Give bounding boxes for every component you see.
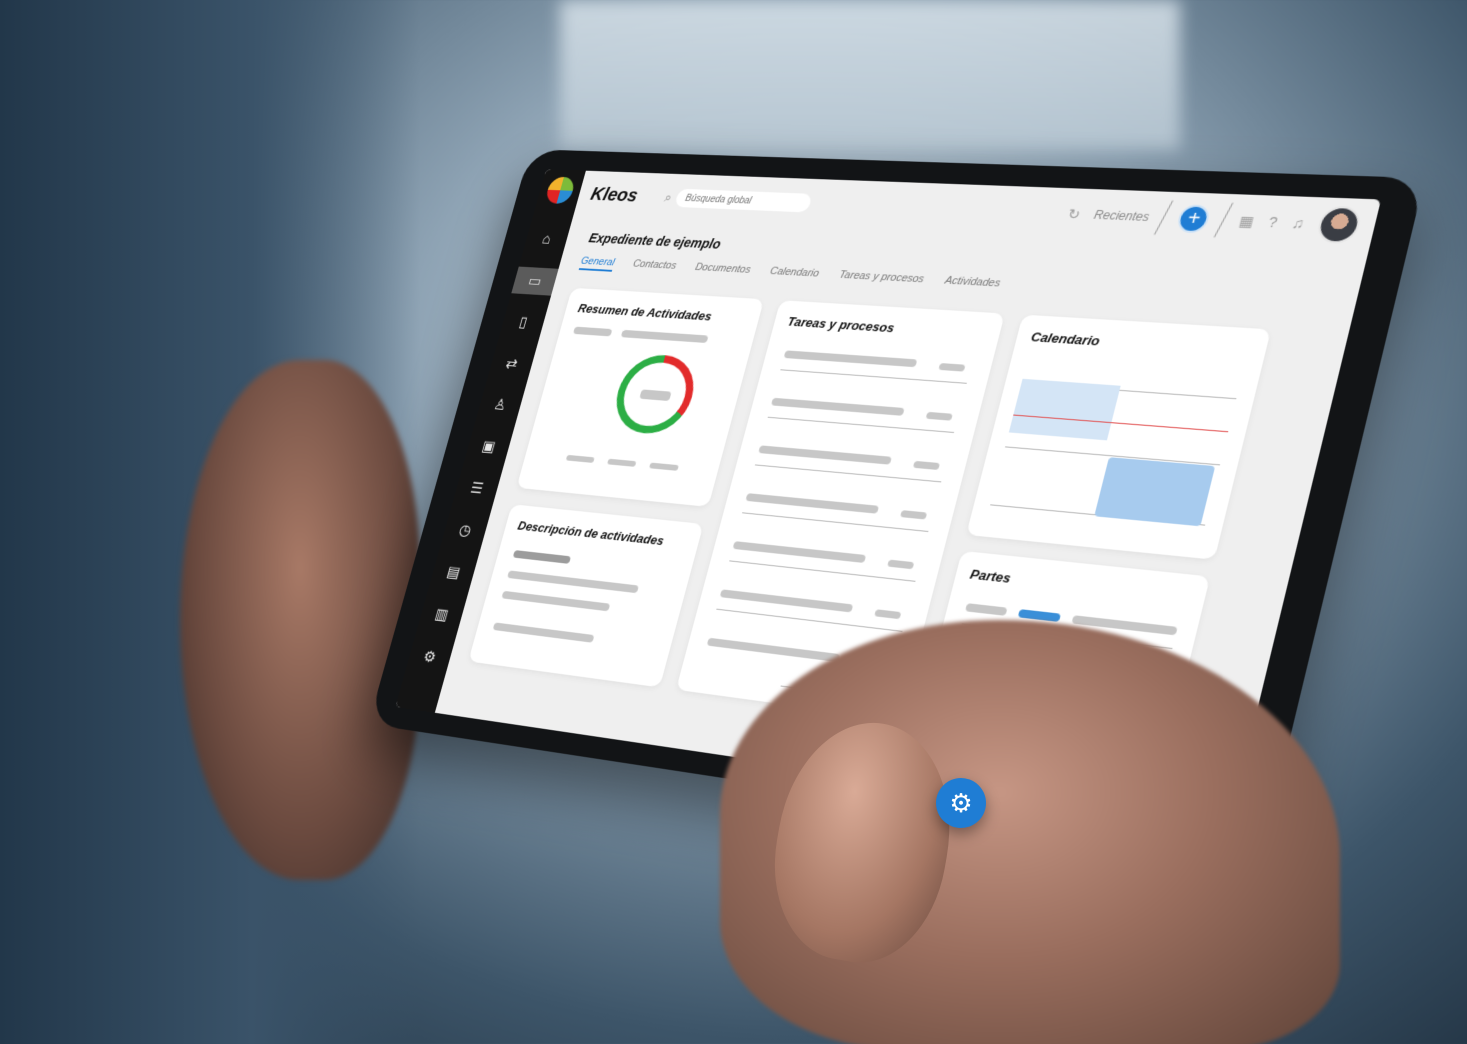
calendar-gift-icon[interactable]: ▣ <box>465 431 512 462</box>
tab-general[interactable]: General <box>578 255 616 272</box>
card-title: Descripción de actividades <box>516 518 666 549</box>
task-row <box>745 493 880 514</box>
gear-icon: ⚙ <box>949 787 973 818</box>
activity-description-card: Descripción de actividades <box>468 504 704 688</box>
transfer-icon[interactable]: ⇄ <box>488 349 535 379</box>
task-badge <box>925 411 953 421</box>
help-icon[interactable]: ? <box>1267 214 1279 231</box>
chart-icon[interactable]: ▥ <box>418 598 465 631</box>
page-title: Expediente de ejemplo <box>587 230 723 252</box>
search-icon[interactable]: ⌕ <box>663 190 674 206</box>
task-badge <box>887 559 915 570</box>
bell-icon[interactable]: ♫ <box>1290 215 1305 232</box>
calendar-card: Calendario <box>966 314 1272 560</box>
row-divider <box>780 369 967 384</box>
card-title: Partes <box>968 566 1013 586</box>
task-badge <box>938 363 966 372</box>
task-badge <box>874 609 902 620</box>
placeholder-bar <box>501 590 611 612</box>
checklist-icon[interactable]: ☰ <box>453 473 500 504</box>
task-row <box>732 541 867 563</box>
card-title: Calendario <box>1029 329 1102 349</box>
card-title: Tareas y procesos <box>785 314 897 336</box>
calendar-event[interactable] <box>1008 378 1121 441</box>
folder-icon[interactable]: ▭ <box>511 266 559 296</box>
task-row <box>783 350 918 368</box>
stopwatch-icon[interactable]: ◷ <box>442 515 489 547</box>
settings-icon[interactable]: ⚙ <box>406 641 453 674</box>
placeholder-bar <box>572 326 613 337</box>
placeholder-bar <box>492 622 595 643</box>
calendar-icon[interactable]: ▦ <box>1237 212 1256 230</box>
tab-tareas[interactable]: Tareas y procesos <box>837 269 926 289</box>
recent-button[interactable]: Recientes <box>1093 208 1151 224</box>
card-title: Resumen de Actividades <box>576 301 714 324</box>
search: ⌕ <box>662 188 813 213</box>
divider <box>1154 200 1174 235</box>
party-label <box>964 603 1008 616</box>
task-row <box>758 445 892 465</box>
tab-calendario[interactable]: Calendario <box>768 266 821 284</box>
task-row <box>719 589 854 613</box>
placeholder-bar <box>649 462 679 471</box>
placeholder-bar <box>620 329 709 344</box>
placeholder-bar <box>507 570 639 594</box>
task-badge <box>900 510 928 520</box>
placeholder-bar <box>512 550 572 564</box>
placeholder-bar <box>565 454 595 463</box>
task-badge <box>912 460 941 470</box>
activity-summary-card: Resumen de Actividades <box>516 287 765 507</box>
placeholder-bar <box>607 458 637 467</box>
task-row <box>770 397 905 416</box>
add-button[interactable]: + <box>1175 204 1213 234</box>
tab-contactos[interactable]: Contactos <box>631 258 678 275</box>
history-icon: ↻ <box>1066 205 1083 222</box>
tab-actividades[interactable]: Actividades <box>942 275 1001 294</box>
contact-icon[interactable]: ♙ <box>477 390 524 420</box>
left-hand <box>180 360 420 880</box>
tab-bar: General Contactos Documentos Calendario … <box>578 255 1002 294</box>
avatar[interactable] <box>1314 205 1364 245</box>
search-input[interactable] <box>674 188 813 213</box>
divider <box>1214 202 1234 238</box>
task-row <box>706 637 841 663</box>
home-icon[interactable]: ⌂ <box>523 226 570 255</box>
app-logo-icon[interactable] <box>544 176 577 205</box>
background-window <box>560 0 1180 150</box>
ledger-icon[interactable]: ▤ <box>430 556 477 588</box>
app-title: Kleos <box>588 184 641 206</box>
calendar-event[interactable] <box>1094 457 1216 527</box>
settings-fab[interactable]: ⚙ <box>936 778 986 828</box>
tab-documentos[interactable]: Documentos <box>693 262 752 280</box>
row-divider <box>767 416 955 433</box>
document-icon[interactable]: ▯ <box>500 308 547 338</box>
